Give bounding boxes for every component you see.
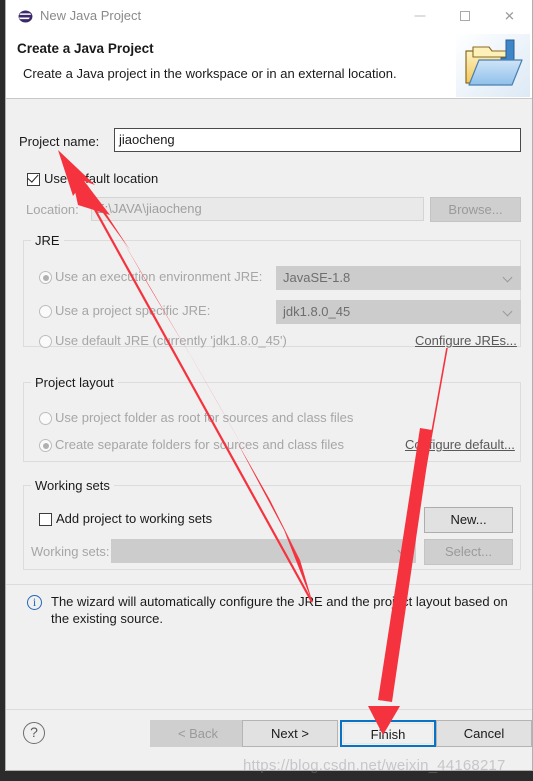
dialog-titlebar: New Java Project ✕ <box>6 0 532 32</box>
add-project-to-working-sets-label: Add project to working sets <box>56 511 213 526</box>
page-description: Create a Java project in the workspace o… <box>23 66 397 81</box>
cancel-button[interactable]: Cancel <box>436 720 532 747</box>
eclipse-icon <box>18 9 33 24</box>
project-name-label: Project name: <box>19 134 100 149</box>
radio-dot-icon <box>42 442 49 449</box>
screenshot-root: New Java Project ✕ Create a Java Project… <box>0 0 533 781</box>
radio-dot-icon <box>42 274 49 281</box>
wizard-header: Create a Java Project Create a Java proj… <box>6 32 532 99</box>
layout-option-separate-folders-radio[interactable] <box>39 439 52 452</box>
jre-option-default-radio[interactable] <box>39 335 52 348</box>
working-sets-group-title: Working sets <box>31 478 114 493</box>
execution-environment-value: JavaSE-1.8 <box>283 270 351 285</box>
jre-group-title: JRE <box>31 233 64 248</box>
back-button[interactable]: < Back <box>150 720 246 747</box>
page-title: Create a Java Project <box>17 41 154 56</box>
layout-option-separate-folders-label: Create separate folders for sources and … <box>55 437 345 452</box>
project-specific-jre-value: jdk1.8.0_45 <box>283 304 351 319</box>
jre-group <box>23 240 521 347</box>
jre-option-project-specific-radio[interactable] <box>39 305 52 318</box>
jre-option-execution-environment-label: Use an execution environment JRE: <box>55 269 263 284</box>
layout-option-project-folder-label: Use project folder as root for sources a… <box>55 410 354 425</box>
working-sets-combo[interactable] <box>111 539 416 563</box>
jre-option-project-specific-label: Use a project specific JRE: <box>55 303 211 318</box>
wizard-body: Project name: jiaocheng Use default loca… <box>6 99 532 709</box>
close-button[interactable]: ✕ <box>487 0 532 32</box>
configure-default-link[interactable]: Configure default... <box>405 437 515 452</box>
browse-button[interactable]: Browse... <box>430 197 521 222</box>
chevron-down-icon <box>504 274 512 279</box>
info-message: The wizard will automatically configure … <box>51 594 508 626</box>
java-project-folder-icon <box>456 34 530 97</box>
maximize-icon <box>459 11 470 21</box>
close-icon: ✕ <box>504 8 515 24</box>
minimize-icon <box>414 15 425 17</box>
use-default-location-checkbox[interactable] <box>27 171 40 186</box>
maximize-button[interactable] <box>442 0 487 32</box>
working-sets-label: Working sets: <box>31 544 110 559</box>
execution-environment-combo[interactable]: JavaSE-1.8 <box>276 266 521 290</box>
new-working-set-button[interactable]: New... <box>424 507 513 533</box>
minimize-button[interactable] <box>397 0 442 32</box>
location-input[interactable]: E:\JAVA\jiaocheng <box>91 197 424 221</box>
configure-jres-link[interactable]: Configure JREs... <box>415 333 517 348</box>
location-label: Location: <box>26 202 79 217</box>
finish-button-label: Finish <box>343 723 433 744</box>
dialog-footer: < Back Next > Finish Cancel <box>6 709 532 770</box>
info-icon <box>27 595 42 610</box>
project-layout-group-title: Project layout <box>31 375 118 390</box>
select-working-set-button[interactable]: Select... <box>424 539 513 565</box>
check-icon <box>27 171 39 183</box>
new-java-project-dialog: New Java Project ✕ Create a Java Project… <box>5 0 533 771</box>
finish-button[interactable]: Finish <box>340 720 436 747</box>
project-name-input[interactable]: jiaocheng <box>114 128 521 152</box>
project-specific-jre-combo[interactable]: jdk1.8.0_45 <box>276 300 521 324</box>
next-button[interactable]: Next > <box>242 720 338 747</box>
chevron-down-icon <box>504 308 512 313</box>
chevron-down-icon <box>399 547 407 552</box>
use-default-location-label: Use default location <box>44 171 159 186</box>
jre-option-default-label: Use default JRE (currently 'jdk1.8.0_45'… <box>55 333 287 348</box>
jre-option-execution-environment-radio[interactable] <box>39 271 52 284</box>
layout-option-project-folder-radio[interactable] <box>39 412 52 425</box>
help-button[interactable] <box>23 722 45 744</box>
add-project-to-working-sets-checkbox[interactable] <box>39 513 52 526</box>
divider <box>6 584 532 585</box>
dialog-title: New Java Project <box>40 8 142 23</box>
